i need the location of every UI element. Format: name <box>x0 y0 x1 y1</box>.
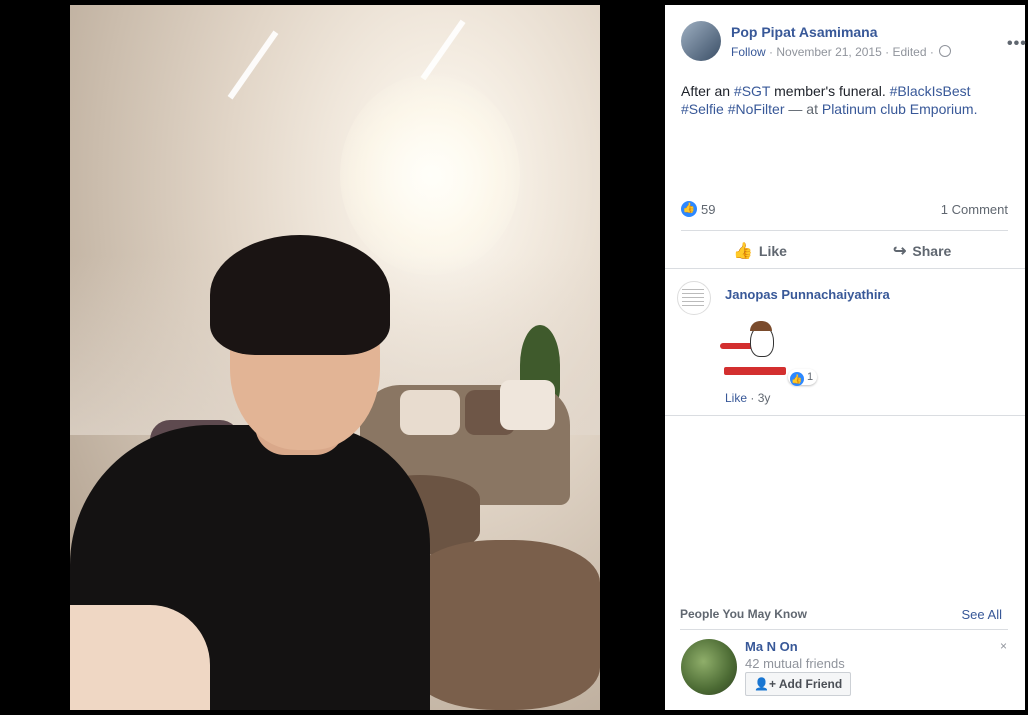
caption-at: — at <box>784 101 822 117</box>
like-reaction-icon[interactable]: 👍 <box>681 201 697 217</box>
thumbs-up-icon: 👍 <box>733 243 753 260</box>
reactions-bar: 👍 59 1 Comment <box>681 201 1008 221</box>
add-friend-label: Add Friend <box>778 677 843 691</box>
snoopy-sticker <box>720 317 790 377</box>
like-button[interactable]: 👍 Like <box>733 241 787 261</box>
comment-count[interactable]: 1 Comment <box>941 202 1008 217</box>
comment-actions: Like · 3y <box>725 391 770 405</box>
comment-time[interactable]: 3y <box>758 391 771 405</box>
post-caption: After an #SGT member's funeral. #BlackIs… <box>681 82 1011 118</box>
author-avatar[interactable] <box>681 21 721 61</box>
see-all-link[interactable]: See All <box>962 607 1002 622</box>
hashtag-selfie[interactable]: #Selfie <box>681 101 724 117</box>
share-button-label: Share <box>912 243 952 259</box>
comment-like-link[interactable]: Like <box>725 391 747 405</box>
suggestion-avatar[interactable] <box>681 639 737 695</box>
post-photo[interactable] <box>70 5 600 710</box>
post-meta: Follow · November 21, 2015 · Edited · <box>731 45 952 59</box>
cushion <box>400 390 460 435</box>
globe-icon[interactable] <box>939 45 952 57</box>
ceiling-light-strip <box>227 30 279 100</box>
hashtag-sgt[interactable]: #SGT <box>734 83 770 99</box>
caption-text: After an <box>681 83 734 99</box>
pymk-title: People You May Know <box>680 607 807 621</box>
avatar-graphic <box>682 288 704 306</box>
share-button[interactable]: ↪ Share <box>893 241 951 261</box>
hashtag-nofilter[interactable]: #NoFilter <box>728 101 785 117</box>
add-friend-button[interactable]: 👤+ Add Friend <box>745 672 852 696</box>
caption-text: member's funeral. <box>770 83 890 99</box>
pouf <box>410 540 600 710</box>
wall-light-glow <box>340 75 520 275</box>
person-arm <box>70 605 210 710</box>
comment-reaction-count: 1 <box>807 371 814 383</box>
post-header: Pop Pipat Asamimana Follow · November 21… <box>681 21 1026 63</box>
commenter-name[interactable]: Janopas Punnachaiyathira <box>725 287 890 302</box>
follow-link[interactable]: Follow <box>731 45 766 59</box>
like-reaction-icon: 👍 <box>790 372 804 386</box>
sticker-cap <box>750 321 772 331</box>
people-you-may-know: People You May Know See All Ma N On 42 m… <box>665 601 1025 710</box>
comment-reaction-badge[interactable]: 👍 1 <box>788 369 818 386</box>
like-count[interactable]: 59 <box>701 202 715 217</box>
hashtag-blackisbest[interactable]: #BlackIsBest <box>890 83 971 99</box>
dismiss-suggestion-icon[interactable]: × <box>1000 639 1007 653</box>
share-arrow-icon: ↪ <box>893 243 907 260</box>
edited-label[interactable]: Edited <box>892 45 926 59</box>
person-hair <box>210 235 390 355</box>
post-sidebar: Pop Pipat Asamimana Follow · November 21… <box>665 5 1026 710</box>
ceiling-light-strip <box>420 19 466 81</box>
add-friend-icon: 👤+ <box>754 677 779 691</box>
commenter-avatar[interactable] <box>677 281 711 315</box>
photo-viewer <box>0 0 665 715</box>
mutual-friends[interactable]: 42 mutual friends <box>745 656 845 671</box>
post-date[interactable]: November 21, 2015 <box>776 45 881 59</box>
suggestion-name[interactable]: Ma N On <box>745 639 798 654</box>
more-options-button[interactable]: ••• <box>1007 35 1027 53</box>
divider <box>680 629 1008 630</box>
author-name[interactable]: Pop Pipat Asamimana <box>731 24 878 40</box>
meta-separator: · <box>929 45 938 59</box>
cushion <box>500 380 555 430</box>
post-actions: 👍 Like ↪ Share <box>681 230 1008 269</box>
like-button-label: Like <box>758 243 787 259</box>
meta-separator: · <box>750 391 758 405</box>
comments-section: Janopas Punnachaiyathira 👍 1 Like · 3y <box>665 268 1025 416</box>
sticker-plank <box>724 367 786 375</box>
location-link[interactable]: Platinum club Emporium. <box>822 101 978 117</box>
